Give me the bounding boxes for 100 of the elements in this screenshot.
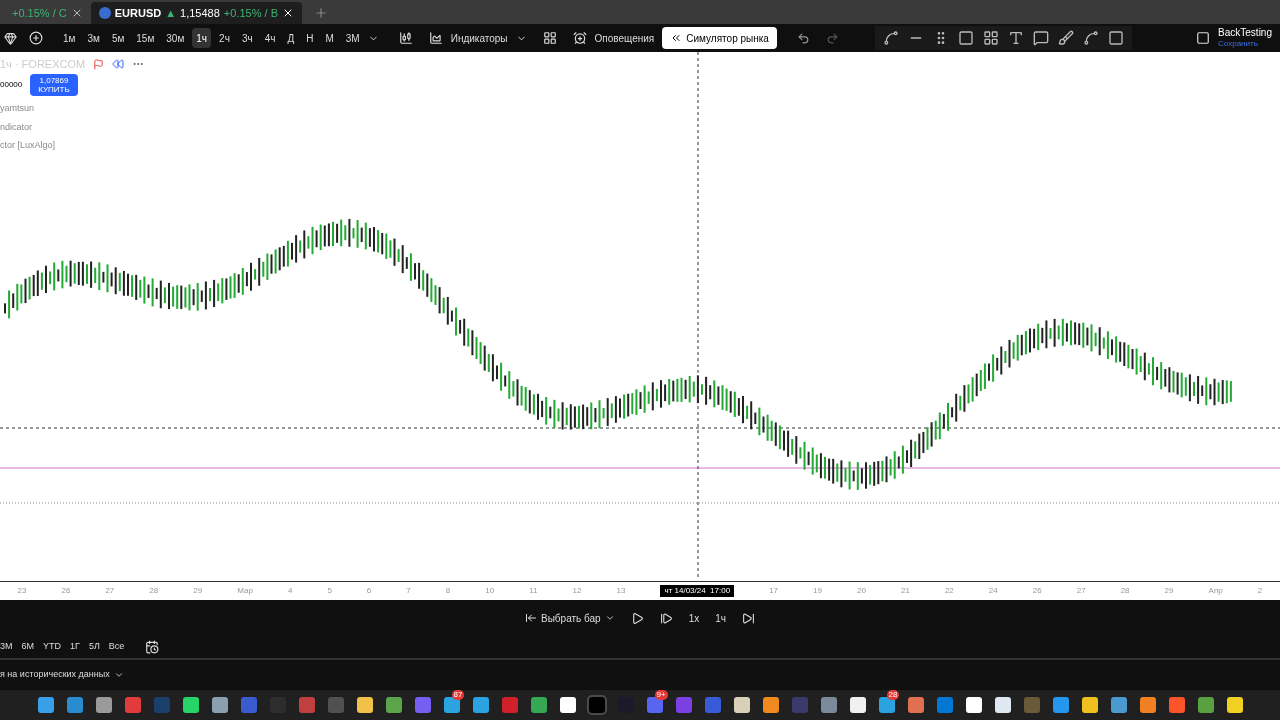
jump-end-icon[interactable] [742, 611, 755, 625]
indicator-name: yamtsun [0, 102, 35, 115]
range-button[interactable]: 6М [21, 640, 35, 654]
app-icon[interactable] [733, 697, 750, 713]
drawing-tool-icon[interactable] [1007, 30, 1024, 46]
status-text: я на исторических данных [0, 668, 110, 682]
notification-count: 87 [451, 690, 465, 700]
axis-label: 27 [105, 585, 115, 597]
speed-button[interactable]: 1x [688, 610, 700, 626]
axis-label: 17 [769, 585, 779, 597]
axis-label: 19 [813, 585, 822, 597]
timeframe-button[interactable]: 3м [83, 28, 104, 48]
range-button[interactable]: Все [108, 640, 125, 654]
calendar-icon[interactable] [145, 640, 160, 654]
timeframe-button[interactable]: М [321, 28, 338, 48]
app-icon[interactable] [95, 697, 112, 713]
app-icon[interactable] [849, 697, 866, 713]
notification-count: 9+ [654, 690, 668, 700]
app-icon[interactable] [1139, 697, 1156, 713]
drawing-tool-icon[interactable] [957, 30, 974, 46]
candles-icon[interactable] [398, 31, 413, 45]
axis-label: 23 [17, 585, 27, 597]
axis-label: 12 [572, 585, 582, 597]
change-text: +0.15% / C [12, 5, 67, 21]
timeframe-button[interactable]: 3ч [237, 28, 257, 48]
app-icon[interactable] [472, 697, 489, 713]
app-icon[interactable] [211, 697, 228, 713]
app-icon[interactable] [965, 697, 982, 713]
app-icon[interactable] [1081, 697, 1098, 713]
app-icon[interactable] [443, 697, 460, 713]
range-button[interactable]: 3М [0, 640, 13, 654]
timeframe-button[interactable]: Н [302, 28, 318, 48]
app-icon[interactable] [182, 697, 199, 713]
timeframe-button[interactable]: 15м [132, 28, 159, 48]
app-icon[interactable] [559, 697, 576, 713]
axis-label: 13 [616, 585, 626, 597]
range-button[interactable]: 1Г [70, 640, 80, 654]
app-icon[interactable] [1226, 697, 1243, 713]
app-icon[interactable] [37, 697, 54, 713]
alarm-icon [572, 31, 587, 45]
range-button[interactable]: YTD [43, 640, 62, 654]
select-bar-button[interactable]: Выбрать бар [525, 610, 615, 626]
save-status: Сохранить [1218, 38, 1259, 49]
browser-tab[interactable]: EURUSD ▲ 1,15488 +0.15% / B [90, 2, 302, 24]
axis-label: 8 [445, 585, 451, 597]
axis-label: 20 [857, 585, 866, 597]
app-icon[interactable] [762, 697, 779, 713]
buy-button[interactable]: 1,07869 КУПИТЬ [30, 74, 78, 96]
app-icon[interactable] [994, 697, 1011, 713]
chart-icon [428, 31, 443, 45]
axis-label: 2 [1257, 585, 1263, 597]
drawing-tool-icon[interactable] [982, 30, 999, 46]
layout-name[interactable]: BackTesting [1218, 27, 1272, 38]
timeframe-button[interactable]: 1м [59, 28, 80, 48]
timeframe-button[interactable]: 5м [107, 28, 129, 48]
drawing-tool-icon[interactable] [882, 30, 899, 46]
interval-button[interactable]: 1ч [715, 610, 726, 626]
axis-label: 22 [944, 585, 954, 597]
templates-icon[interactable] [542, 31, 557, 45]
add-symbol-icon[interactable] [29, 31, 43, 45]
drawing-tool-icon[interactable] [1082, 30, 1099, 46]
step-icon[interactable] [659, 611, 673, 625]
checkbox-icon[interactable] [1196, 31, 1211, 45]
play-icon[interactable] [630, 611, 644, 625]
drawing-tool-icon[interactable] [1032, 30, 1049, 46]
redo-icon[interactable] [825, 31, 839, 45]
timeframe-button[interactable]: 3М [341, 28, 364, 48]
axis-label: 29 [1164, 585, 1174, 597]
app-icon[interactable] [878, 697, 895, 713]
replay-icon [112, 58, 125, 71]
range-button[interactable]: 5Л [88, 640, 100, 654]
axis-label: 6 [366, 585, 372, 597]
globe-icon [98, 7, 111, 19]
drawing-tool-icon[interactable] [1107, 30, 1124, 46]
price-text: 1,15488 [180, 5, 220, 21]
drawing-tool-icon[interactable] [1057, 30, 1074, 46]
axis-label: 4 [287, 585, 293, 597]
timeframe-button[interactable]: 1ч [192, 28, 212, 48]
indicators-button[interactable]: Индикаторы [446, 30, 512, 46]
axis-label: 10 [485, 585, 495, 597]
timeframe-button[interactable]: 4ч [260, 28, 280, 48]
indicator-name: ndicator [0, 120, 34, 134]
caret-icon[interactable] [113, 670, 124, 680]
timeframe-button[interactable]: 30м [162, 28, 189, 48]
timeframe-button[interactable]: 2ч [215, 28, 234, 48]
diamond-icon[interactable] [4, 31, 17, 45]
indicator-name: ctor [LuxAlgo] [0, 139, 56, 152]
alerts-button[interactable]: Оповещения [590, 30, 659, 46]
axis-label: 27 [1076, 585, 1086, 597]
replay-button[interactable]: Симулятор рынка [662, 27, 777, 49]
browser-tab[interactable]: +0.15% / C [0, 2, 91, 24]
app-icon[interactable] [356, 697, 373, 713]
flag-icon [93, 58, 105, 70]
tab-title: EURUSD [114, 5, 162, 21]
notification-count: 28 [886, 690, 900, 700]
timeframe-button[interactable]: Д [283, 28, 299, 48]
undo-icon[interactable] [796, 31, 810, 45]
axis-label: 5 [327, 585, 332, 597]
axis-label: Апр [1208, 585, 1223, 597]
axis-label: 28 [149, 585, 159, 597]
